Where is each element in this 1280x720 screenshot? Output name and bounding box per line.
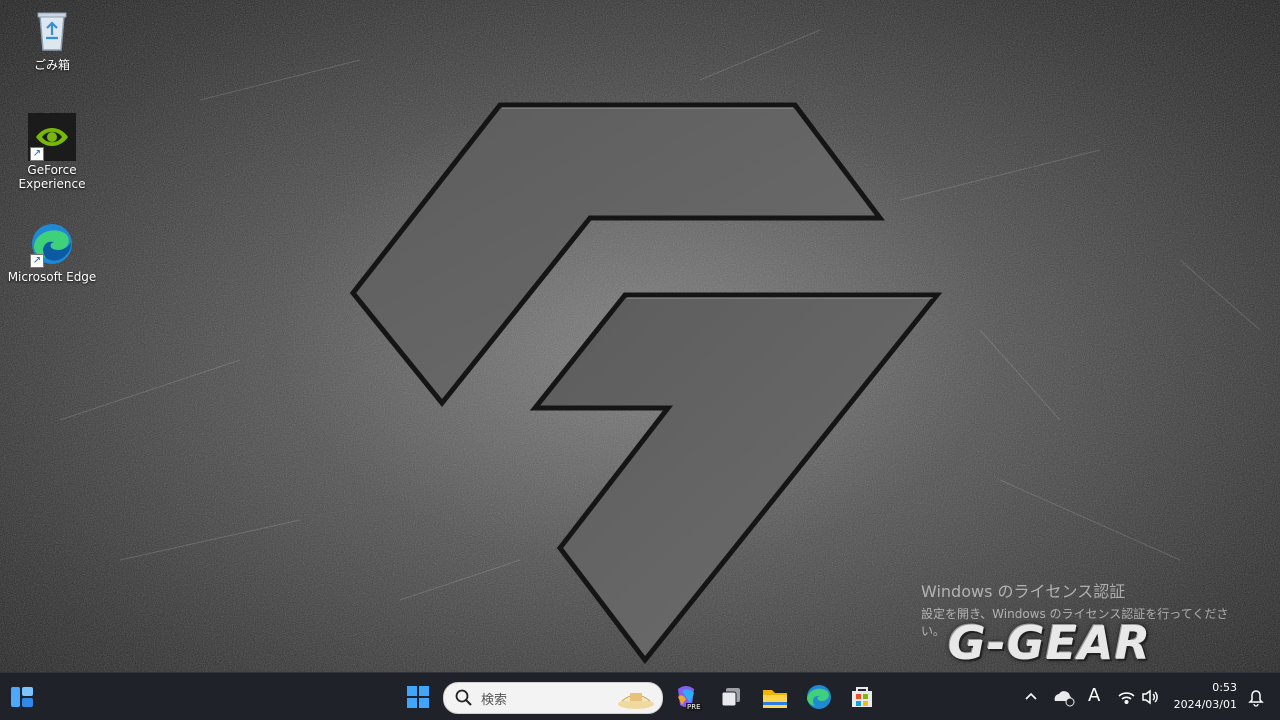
- chevron-up-icon: [1025, 692, 1037, 700]
- notifications-button[interactable]: [1242, 679, 1270, 715]
- desktop-icon-recycle-bin[interactable]: ごみ箱: [0, 6, 104, 73]
- shortcut-arrow-icon: ↗: [30, 147, 44, 161]
- ime-indicator[interactable]: A: [1088, 685, 1100, 706]
- brand-logo: G-GEAR: [948, 616, 1152, 670]
- task-view-icon: [721, 688, 740, 707]
- wifi-icon: [1118, 692, 1135, 704]
- microsoft-store-icon: [852, 687, 872, 707]
- clock-date: 2024/03/01: [1173, 698, 1237, 711]
- start-button[interactable]: [400, 679, 436, 715]
- start-icon: [407, 686, 429, 708]
- emblem-shape-bottom: [529, 292, 943, 665]
- search-placeholder: 検索: [481, 693, 508, 708]
- nvidia-geforce-icon: ↗: [28, 113, 76, 161]
- shortcut-arrow-icon: ↗: [30, 254, 44, 268]
- copilot-pre-badge: PRE: [686, 703, 702, 711]
- recycle-bin-icon: [28, 6, 76, 54]
- edge-icon: [807, 685, 831, 709]
- clock-time: 0:53: [1212, 681, 1237, 694]
- desktop-icon-geforce-experience[interactable]: ↗ GeForce Experience: [0, 113, 104, 191]
- desktop-icon-label: GeForce Experience: [18, 163, 86, 191]
- task-view-button[interactable]: [713, 679, 749, 715]
- notification-bell-icon: [1248, 690, 1264, 707]
- microsoft-store-button[interactable]: [844, 679, 880, 715]
- activation-title: Windows のライセンス認証: [921, 582, 1126, 601]
- search-icon: [455, 689, 472, 706]
- copilot-button[interactable]: PRE: [668, 679, 704, 715]
- g-gear-emblem: [349, 102, 943, 665]
- edge-icon: ↗: [28, 220, 76, 268]
- desktop-icon-label: Microsoft Edge: [7, 270, 97, 284]
- onedrive-status-icon: [1054, 691, 1075, 707]
- desktop-icon-microsoft-edge[interactable]: ↗ Microsoft Edge: [0, 220, 104, 284]
- desktop-icon-label: ごみ箱: [33, 58, 70, 72]
- edge-taskbar-button[interactable]: [801, 679, 837, 715]
- file-explorer-button[interactable]: [757, 679, 793, 715]
- network-volume-button[interactable]: [1113, 679, 1165, 715]
- clock[interactable]: 0:53 2024/03/01: [1170, 679, 1240, 715]
- onedrive-button[interactable]: [1049, 679, 1079, 715]
- widgets-button[interactable]: [4, 679, 40, 715]
- file-explorer-icon: [763, 690, 787, 708]
- taskbar: 検索 PRE A 0:53 2024/03/01: [0, 672, 1280, 720]
- show-hidden-icons-button[interactable]: [1017, 679, 1045, 715]
- volume-icon: [1142, 689, 1158, 705]
- desktop-background: ごみ箱 ↗ GeForce Experience ↗ Microsoft Edg…: [0, 0, 1280, 672]
- search-box[interactable]: 検索: [443, 682, 663, 714]
- widgets-icon: [11, 687, 33, 707]
- search-highlight-icon: [618, 693, 654, 709]
